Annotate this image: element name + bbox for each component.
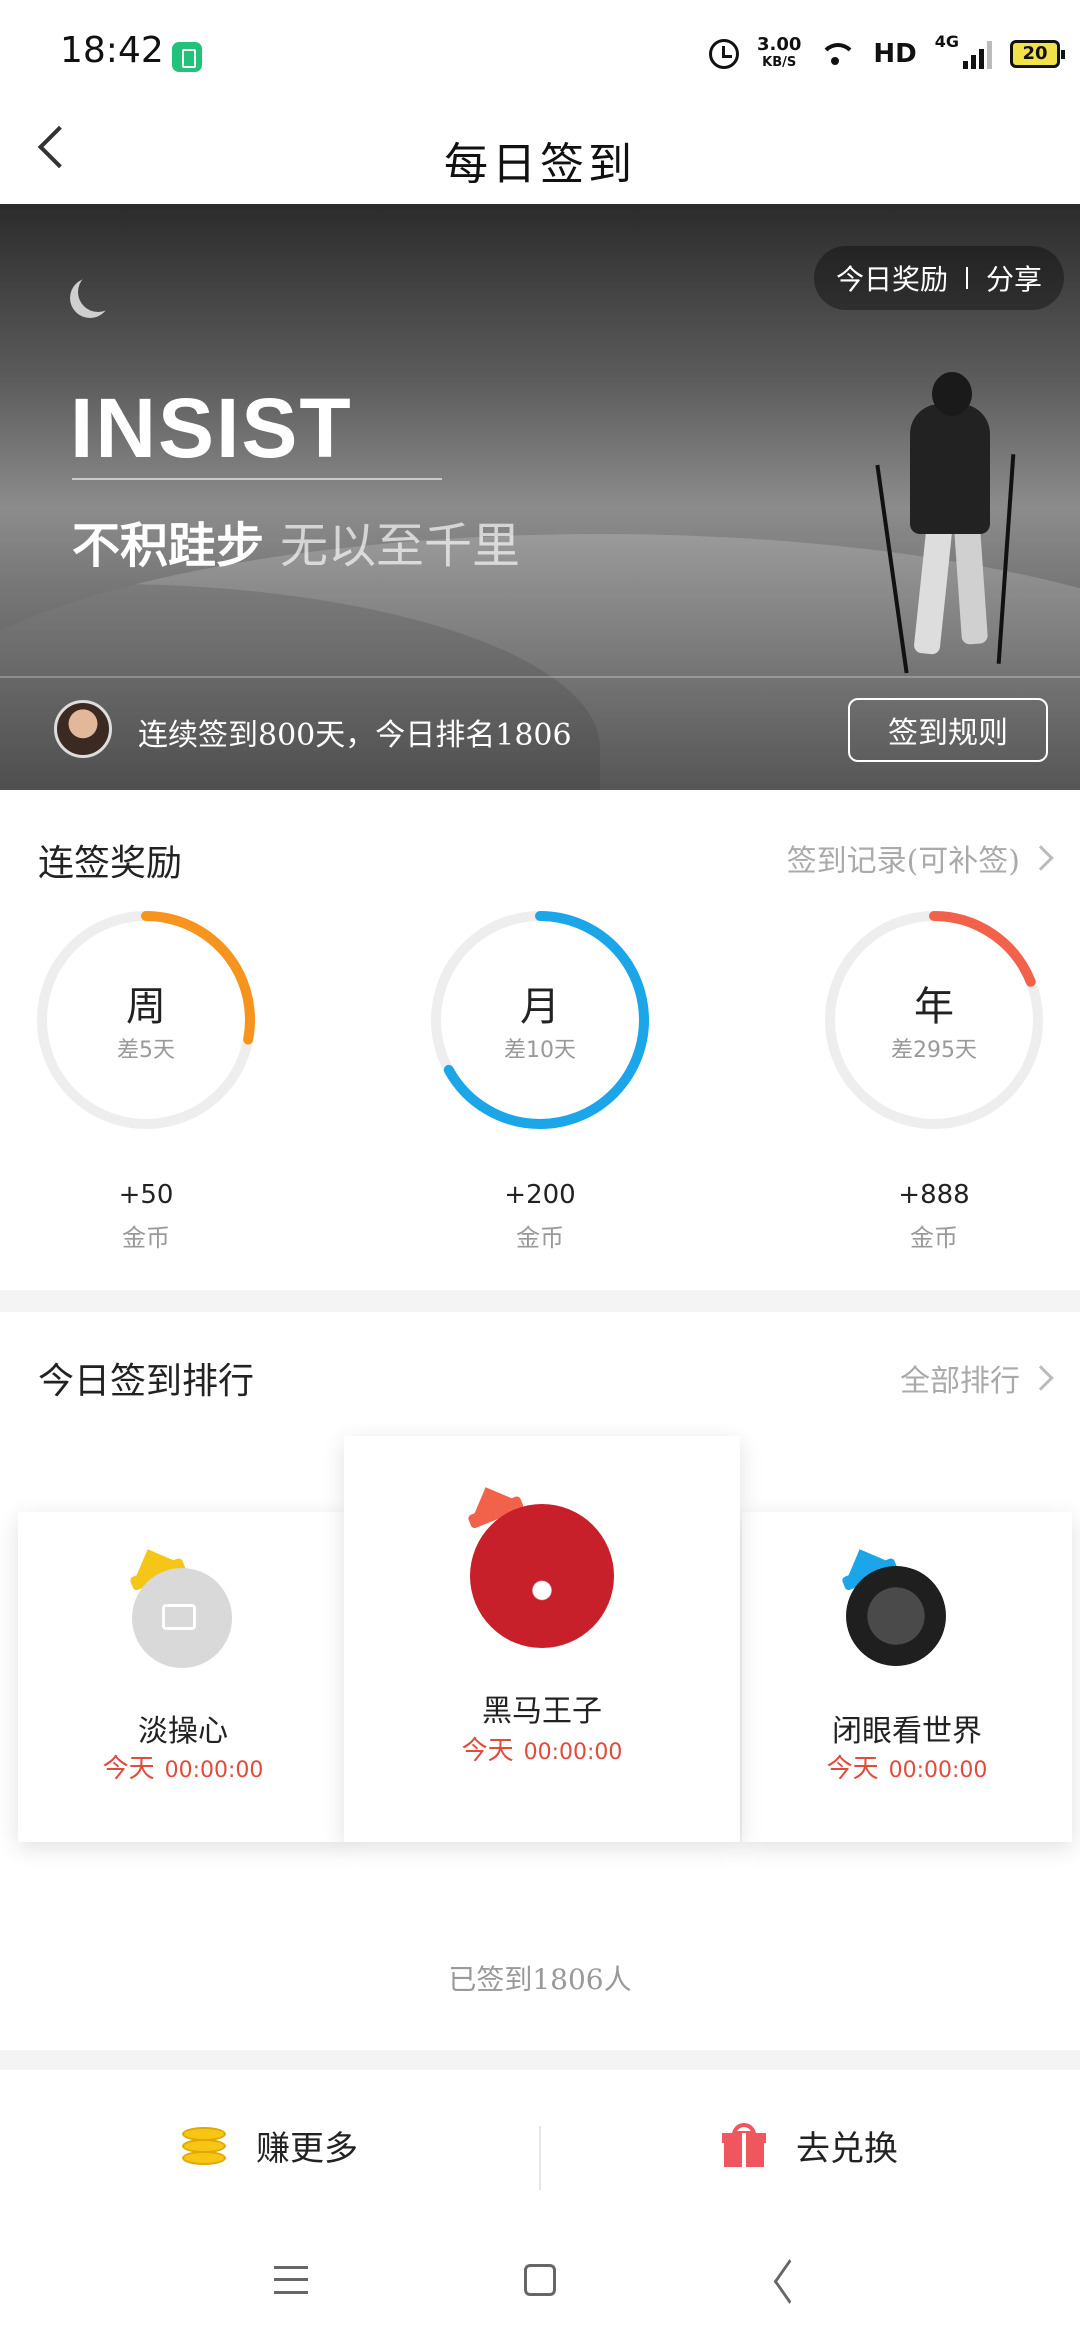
reward-value: +200	[504, 1180, 576, 1210]
rank-card-third[interactable]: 闭眼看世界 今天 00:00:00	[742, 1512, 1072, 1842]
network-type: 4G	[934, 32, 959, 51]
reward-ring-year[interactable]: 年 差295天	[824, 910, 1044, 1130]
rank-card-first[interactable]: 黑马王子 今天 00:00:00	[344, 1436, 740, 1842]
divider	[965, 267, 968, 289]
daily-ranking-card: 今日签到排行 全部排行 淡操心 今天 00:00:00 黑马王子 今天 00:00:…	[0, 1312, 1080, 2050]
rank-time-value: 00:00:00	[523, 1740, 623, 1765]
reward-period: 年	[914, 984, 954, 1030]
slogan-sub: 无以至千里	[280, 518, 521, 574]
streak-rewards-card: 连签奖励 签到记录(可补签) 周 差5天 +50 金币 月 差10天 +200 …	[0, 790, 1080, 1290]
network-speed-unit: KB/S	[762, 55, 797, 70]
chevron-right-icon	[1028, 845, 1054, 871]
wifi-icon	[819, 39, 856, 69]
chevron-right-icon	[1028, 1365, 1054, 1391]
reward-unit: 金币	[122, 1224, 170, 1252]
rank-time-value: 00:00:00	[164, 1758, 264, 1783]
reward-period: 月	[520, 984, 560, 1030]
network-speed-value: 3.00	[756, 34, 802, 55]
hero-banner: 今日奖励 分享 INSIST 不积跬步 无以至千里 连续签到800天，今日排名18…	[0, 204, 1080, 790]
page-title: 每日签到	[444, 139, 636, 190]
status-time: 18:42	[60, 30, 164, 71]
section-title: 连签奖励	[38, 843, 183, 884]
battery-icon: 20	[1010, 40, 1065, 68]
redeem-label: 去兑换	[796, 2128, 898, 2169]
section-title: 今日签到排行	[38, 1361, 255, 1402]
banner-headline: INSIST	[70, 381, 353, 475]
bottom-action-bar: 赚更多 去兑换	[0, 2070, 1080, 2220]
avatar	[846, 1566, 946, 1666]
rank-sign-time: 今天 00:00:00	[742, 1748, 1072, 1785]
reward-ring-week[interactable]: 周 差5天	[36, 910, 256, 1130]
reward-value: +888	[898, 1180, 970, 1210]
home-icon[interactable]	[524, 2264, 556, 2296]
hiker-illustration	[875, 364, 1030, 684]
sign-in-record-label: 签到记录(可补签)	[786, 844, 1020, 879]
reward-remaining: 差295天	[891, 1038, 977, 1063]
today-reward-link[interactable]: 今日奖励	[836, 258, 948, 298]
app-notification-icon	[172, 42, 202, 72]
gift-icon	[722, 2123, 766, 2167]
network-speed: 3.00 KB/S	[757, 36, 801, 72]
system-back-icon[interactable]	[768, 2262, 804, 2298]
divider	[72, 478, 442, 480]
reward-remaining: 差5天	[117, 1038, 175, 1063]
banner-slogan: 不积跬步 无以至千里	[72, 506, 520, 576]
status-icons: 3.00 KB/S HD 4G 20	[708, 32, 1065, 76]
nav-bar: 每日签到	[0, 96, 1080, 204]
rank-sign-time: 今天 00:00:00	[344, 1730, 740, 1767]
banner-actions: 今日奖励 分享	[813, 246, 1064, 310]
rank-day: 今天	[826, 1754, 879, 1784]
system-nav-bar	[0, 2220, 1080, 2340]
reward-value: +50	[118, 1180, 174, 1210]
rank-sign-time: 今天 00:00:00	[18, 1748, 348, 1785]
all-ranking-label: 全部排行	[900, 1364, 1020, 1399]
reward-unit: 金币	[516, 1224, 564, 1252]
avatar	[470, 1504, 614, 1648]
share-link[interactable]: 分享	[986, 258, 1042, 298]
streak-summary: 连续签到800天，今日排名1806	[138, 718, 572, 753]
reward-remaining: 差10天	[504, 1038, 576, 1063]
user-avatar[interactable]	[54, 700, 112, 758]
rank-card-second[interactable]: 淡操心 今天 00:00:00	[18, 1512, 348, 1842]
rank-user-name: 黑马王子	[482, 1694, 602, 1729]
alarm-icon	[708, 39, 739, 69]
sign-in-rules-button[interactable]: 签到规则	[848, 698, 1048, 762]
earn-more-button[interactable]: 赚更多	[0, 2070, 540, 2220]
status-bar: 18:42 3.00 KB/S HD 4G 20	[0, 0, 1080, 96]
rank-time-value: 00:00:00	[888, 1758, 988, 1783]
rank-day: 今天	[461, 1736, 514, 1766]
reward-unit: 金币	[910, 1224, 958, 1252]
moon-icon	[78, 272, 118, 312]
sign-in-record-link[interactable]: 签到记录(可补签)	[786, 836, 1054, 880]
all-ranking-link[interactable]: 全部排行	[900, 1356, 1054, 1400]
menu-icon[interactable]	[274, 2266, 308, 2294]
coins-icon	[182, 2123, 226, 2167]
earn-more-label: 赚更多	[256, 2128, 358, 2169]
divider	[0, 676, 1080, 678]
rank-day: 今天	[102, 1754, 155, 1784]
redeem-button[interactable]: 去兑换	[540, 2070, 1080, 2220]
slogan-main: 不积跬步	[72, 518, 265, 574]
camera-icon	[162, 1604, 196, 1630]
signed-count: 已签到1806人	[448, 1963, 632, 1996]
reward-period: 周	[126, 984, 166, 1030]
rank-user-name: 闭眼看世界	[832, 1714, 982, 1749]
signal-icon	[963, 39, 992, 69]
hd-indicator: HD	[873, 39, 917, 69]
rank-user-name: 淡操心	[138, 1714, 228, 1749]
reward-ring-month[interactable]: 月 差10天	[430, 910, 650, 1130]
